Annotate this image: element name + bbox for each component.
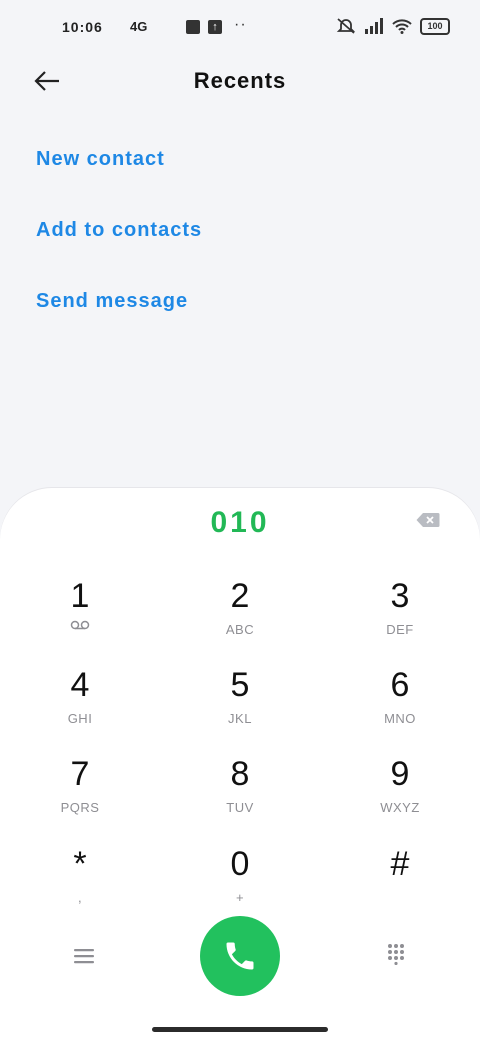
key-2[interactable]: 2 ABC bbox=[160, 576, 320, 660]
key-letters: WXYZ bbox=[380, 800, 420, 815]
key-digit: 1 bbox=[70, 577, 90, 615]
key-9[interactable]: 9 WXYZ bbox=[320, 754, 480, 838]
key-digit: 5 bbox=[230, 666, 250, 704]
key-digit: 7 bbox=[70, 755, 90, 793]
voicemail-icon bbox=[70, 620, 90, 630]
more-notifications-icon: ·· bbox=[234, 16, 247, 33]
key-star[interactable]: * , bbox=[0, 844, 160, 928]
status-network: 4G bbox=[130, 19, 148, 34]
key-digit: # bbox=[390, 845, 410, 883]
backspace-icon bbox=[416, 513, 440, 527]
wifi-icon bbox=[392, 19, 412, 34]
key-letters: DEF bbox=[386, 622, 414, 637]
status-time: 10:06 bbox=[62, 19, 103, 35]
keypad-button[interactable] bbox=[376, 934, 416, 974]
key-letters: ABC bbox=[225, 622, 255, 637]
key-3[interactable]: 3 DEF bbox=[320, 576, 480, 660]
key-digit: 3 bbox=[390, 577, 410, 615]
send-message-option[interactable]: Send message bbox=[36, 290, 188, 313]
keypad-icon bbox=[388, 944, 404, 965]
menu-icon bbox=[74, 949, 94, 964]
status-icons: 100 bbox=[336, 17, 450, 35]
new-contact-option[interactable]: New contact bbox=[36, 148, 165, 171]
key-letters: GHI bbox=[67, 711, 93, 726]
add-to-contacts-option[interactable]: Add to contacts bbox=[36, 219, 202, 242]
key-digit: 0 bbox=[230, 845, 250, 883]
call-button[interactable] bbox=[200, 916, 280, 996]
status-bar: 10:06 4G ↑ ·· 100 bbox=[0, 0, 480, 56]
key-digit: 9 bbox=[390, 755, 410, 793]
key-letters: MNO bbox=[384, 711, 416, 726]
mute-icon bbox=[336, 18, 356, 34]
page-title: Recents bbox=[193, 68, 287, 93]
key-letters: JKL bbox=[228, 711, 252, 726]
key-letters: TUV bbox=[226, 800, 254, 815]
phone-icon bbox=[226, 942, 254, 970]
key-hash[interactable]: # bbox=[320, 844, 480, 928]
signal-icon bbox=[365, 18, 383, 34]
menu-button[interactable] bbox=[64, 936, 104, 976]
key-letters: + bbox=[235, 890, 245, 905]
key-digit: 6 bbox=[390, 666, 410, 704]
key-digit: * bbox=[73, 845, 87, 883]
notification-icon bbox=[186, 20, 200, 34]
upload-icon: ↑ bbox=[208, 20, 222, 34]
key-4[interactable]: 4 GHI bbox=[0, 665, 160, 749]
home-indicator[interactable] bbox=[152, 1027, 328, 1032]
backspace-button[interactable] bbox=[416, 512, 440, 530]
key-digit: 2 bbox=[230, 577, 250, 615]
key-digit: 4 bbox=[70, 666, 90, 704]
dialed-number: 010 bbox=[210, 506, 270, 539]
key-digit: 8 bbox=[230, 755, 250, 793]
key-1[interactable]: 1 bbox=[0, 576, 160, 660]
dialer-panel: 010 1 2 ABC 3 DEF 4 GHI 5 JKL 6 MNO 7 PQ… bbox=[0, 488, 480, 1040]
key-5[interactable]: 5 JKL bbox=[160, 665, 320, 749]
key-letters: , bbox=[77, 890, 83, 905]
key-8[interactable]: 8 TUV bbox=[160, 754, 320, 838]
key-letters: PQRS bbox=[60, 800, 100, 815]
key-6[interactable]: 6 MNO bbox=[320, 665, 480, 749]
key-7[interactable]: 7 PQRS bbox=[0, 754, 160, 838]
battery-icon: 100 bbox=[420, 17, 450, 35]
